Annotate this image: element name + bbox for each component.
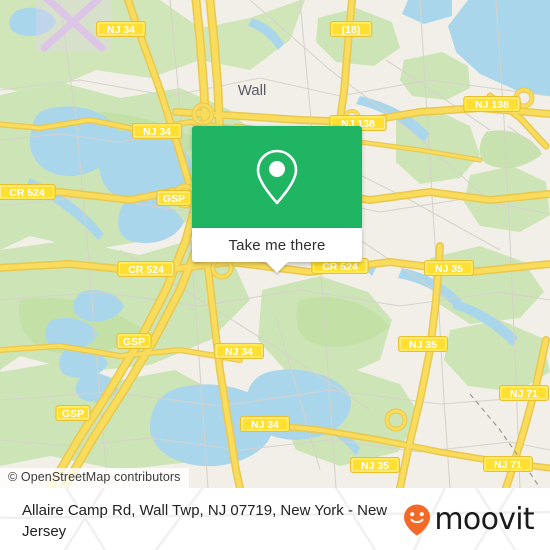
road-shield-label: NJ 34 <box>143 126 171 138</box>
popup-pin-panel <box>192 126 362 228</box>
road-shield-label: GSP <box>123 336 145 348</box>
road-shield: GSP <box>55 405 91 421</box>
road-shield: NJ 35 <box>350 457 400 473</box>
osm-attribution[interactable]: © OpenStreetMap contributors <box>0 468 189 488</box>
road-shield: CR 524 <box>0 184 56 200</box>
road-shield-label: NJ 35 <box>361 460 389 472</box>
road-shield-label: NJ 71 <box>510 388 538 400</box>
map-pin-icon <box>256 149 298 205</box>
road-shield: NJ 138 <box>463 96 521 112</box>
road-shield: (18) <box>329 21 373 37</box>
map-city-labels: Wall <box>238 82 267 99</box>
road-shield-label: NJ 34 <box>251 419 279 431</box>
take-me-there-label: Take me there <box>228 236 326 254</box>
road-shield-label: CR 524 <box>9 187 45 199</box>
road-shield-label: NJ 35 <box>435 263 463 275</box>
location-popup-card[interactable]: Take me there <box>192 126 362 273</box>
road-shield-label: NJ 34 <box>107 24 135 36</box>
road-shield: NJ 71 <box>483 456 533 472</box>
road-shield-label: GSP <box>62 408 84 420</box>
road-shield: NJ 34 <box>214 343 264 359</box>
road-shield-label: GSP <box>163 193 185 205</box>
city-label: Wall <box>238 82 267 99</box>
take-me-there-button[interactable]: Take me there <box>192 228 362 273</box>
road-shield-label: (18) <box>342 24 361 36</box>
moovit-logo[interactable]: moovit <box>402 502 535 537</box>
moovit-wordmark: moovit <box>434 502 534 537</box>
footer-bar: Allaire Camp Rd, Wall Twp, NJ 07719, New… <box>0 488 550 550</box>
road-shield: NJ 35 <box>398 336 448 352</box>
road-shield: NJ 34 <box>240 416 290 432</box>
address-label: Allaire Camp Rd, Wall Twp, NJ 07719, New… <box>22 502 388 540</box>
road-shield-label: NJ 138 <box>475 99 509 111</box>
road-shield: GSP <box>116 333 152 349</box>
road-shield-label: NJ 35 <box>409 339 437 351</box>
road-shield-label: CR 524 <box>322 261 358 273</box>
road-shield-label: NJ 71 <box>494 459 522 471</box>
road-shield: GSP <box>156 190 192 206</box>
road-shield-label: NJ 34 <box>225 346 253 358</box>
road-shield: NJ 71 <box>499 385 549 401</box>
road-shield-label: CR 524 <box>128 264 164 276</box>
popup-pointer <box>266 262 288 273</box>
moovit-smiley-pin-icon <box>404 504 431 536</box>
road-shield: NJ 34 <box>96 21 146 37</box>
road-shield: NJ 34 <box>132 123 182 139</box>
road-shield: CR 524 <box>117 261 175 277</box>
moovit-map-screenshot: Wall NJ 34 (18) NJ 138 NJ 138 NJ 34 GSP CR 524… <box>0 0 550 550</box>
road-shield: NJ 35 <box>424 260 474 276</box>
